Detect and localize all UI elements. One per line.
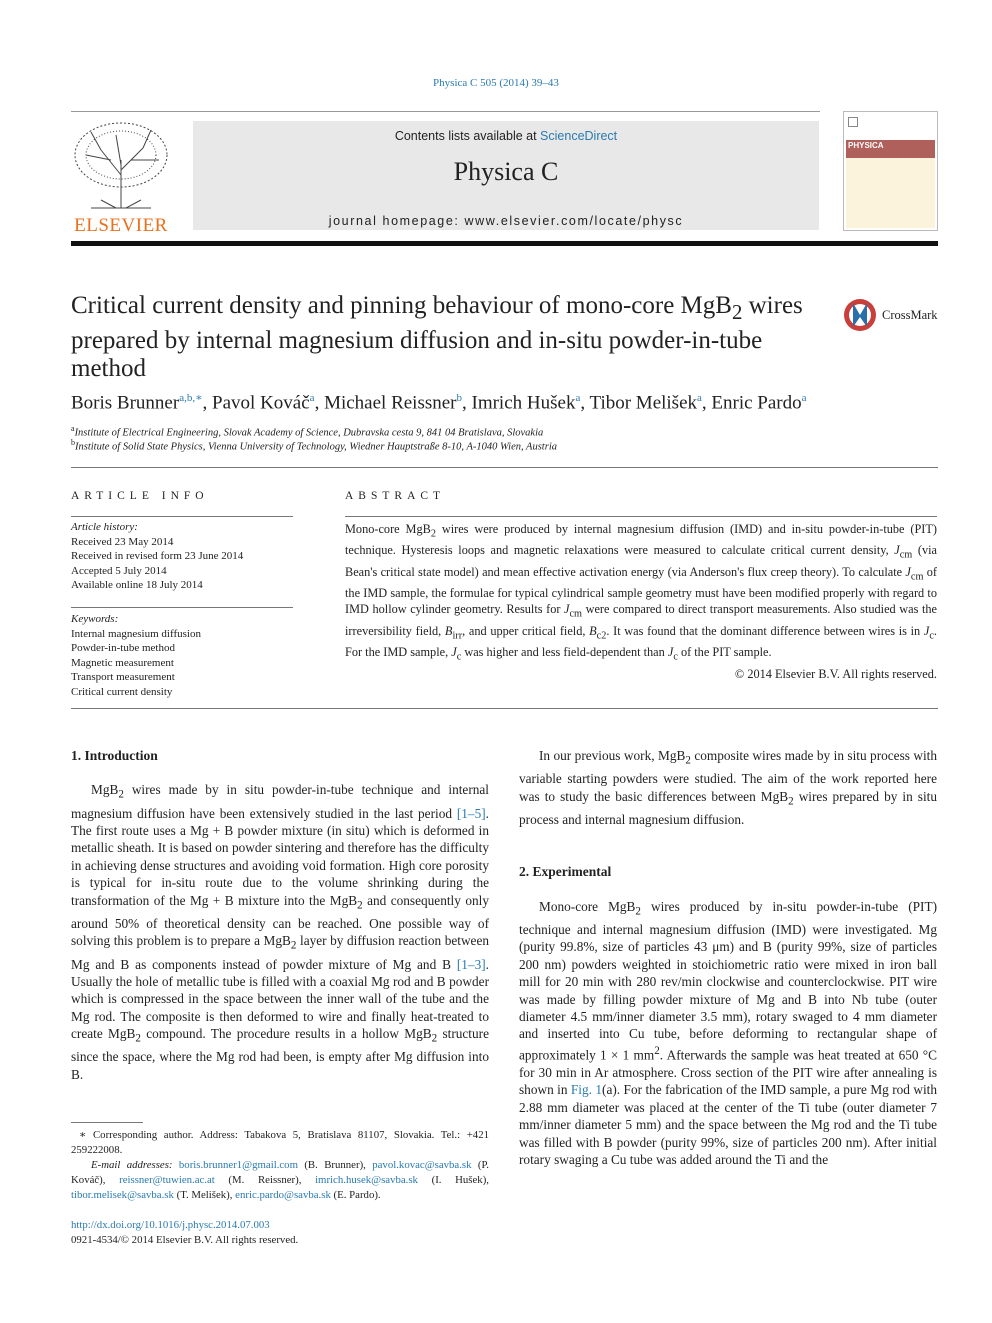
issn-copyright: 0921-4534/© 2014 Elsevier B.V. All right… [71,1234,299,1246]
right-column: In our previous work, MgB2 composite wir… [519,747,937,1168]
history-item: Received in revised form 23 June 2014 [71,550,244,562]
crossmark-badge[interactable]: CrossMark [843,297,938,333]
sciencedirect-link[interactable]: ScienceDirect [540,129,617,143]
experimental-heading: 2. Experimental [519,864,612,880]
keywords-label: Keywords: [71,613,119,625]
abstract-text: Mono-core MgB2 wires were produced by in… [345,522,938,663]
abstract-heading: ABSTRACT [345,490,446,502]
link[interactable]: boris.brunner1@gmail.com [179,1159,298,1171]
affiliation-a: aInstitute of Electrical Engineering, Sl… [71,424,544,439]
article-info: Article history: Received 23 May 2014 Re… [71,520,293,593]
history-label: Article history: [71,521,138,533]
keyword: Magnetic measurement [71,656,174,669]
author-list: Boris Brunnera,b,∗, Pavol Kováča, Michae… [71,392,807,414]
header-thick-rule [71,241,938,246]
divider [71,708,938,709]
footnotes: ∗ Corresponding author. Address: Tabakov… [71,1128,489,1248]
link[interactable]: enric.pardo@savba.sk [235,1189,331,1201]
divider [345,516,937,517]
history-item: Available online 18 July 2014 [71,579,203,591]
keyword: Transport measurement [71,671,175,683]
journal-reference[interactable]: Physica C 505 (2014) 39–43 [0,77,992,89]
elsevier-wordmark: ELSEVIER [74,215,168,236]
divider [71,516,293,517]
journal-title: Physica C [453,157,559,186]
link[interactable]: [1–3] [457,957,486,972]
paragraph: MgB2 wires made by in situ powder-in-tub… [71,782,490,1082]
affiliation-b: bInstitute of Solid State Physics, Vienn… [71,438,557,453]
left-column: 1. Introduction MgB2 wires made by in si… [71,747,489,1083]
tree-icon [71,120,171,210]
link[interactable]: reissner@tuwien.ac.at [119,1174,215,1186]
keyword: Critical current density [71,685,173,698]
corresponding-note: ∗ Corresponding author. Address: Tabakov… [71,1129,489,1156]
cover-label: PHYSICA [848,141,884,150]
history-item: Accepted 5 July 2014 [71,564,167,577]
keywords: Keywords: Internal magnesium diffusion P… [71,612,293,699]
journal-banner: Contents lists available at ScienceDirec… [193,121,819,230]
elsevier-logo: ELSEVIER [71,120,171,236]
divider [71,467,938,468]
link[interactable]: tibor.melisek@savba.sk [71,1189,174,1201]
keyword: Powder-in-tube method [71,642,175,654]
paragraph: In our previous work, MgB2 composite wir… [519,748,937,827]
link[interactable]: [1–5] [457,806,486,821]
abstract: Mono-core MgB2 wires were produced by in… [345,521,937,682]
keyword: Internal magnesium diffusion [71,627,201,640]
footnote-rule [71,1122,143,1123]
email-addresses: E-mail addresses: boris.brunner1@gmail.c… [71,1159,489,1201]
divider [71,607,293,608]
link[interactable]: pavol.kovac@savba.sk [372,1159,471,1171]
crossmark-icon [844,299,876,331]
header-rule [71,111,820,112]
journal-cover: PHYSICA [843,111,938,231]
doi-link[interactable]: http://dx.doi.org/10.1016/j.physc.2014.0… [71,1218,489,1233]
abstract-copyright: © 2014 Elsevier B.V. All rights reserved… [734,666,937,681]
article-title: Critical current density and pinning beh… [71,292,803,382]
history-item: Received 23 May 2014 [71,535,174,548]
contents-line: Contents lists available at ScienceDirec… [394,129,618,143]
link[interactable]: imrich.husek@savba.sk [315,1174,418,1186]
intro-heading: 1. Introduction [71,748,158,763]
journal-homepage[interactable]: journal homepage: www.elsevier.com/locat… [193,214,819,228]
article-info-heading: ARTICLE INFO [71,490,209,502]
paragraph: Mono-core MgB2 wires produced by in-situ… [519,898,937,1167]
link[interactable]: Fig. 1 [571,1082,602,1097]
